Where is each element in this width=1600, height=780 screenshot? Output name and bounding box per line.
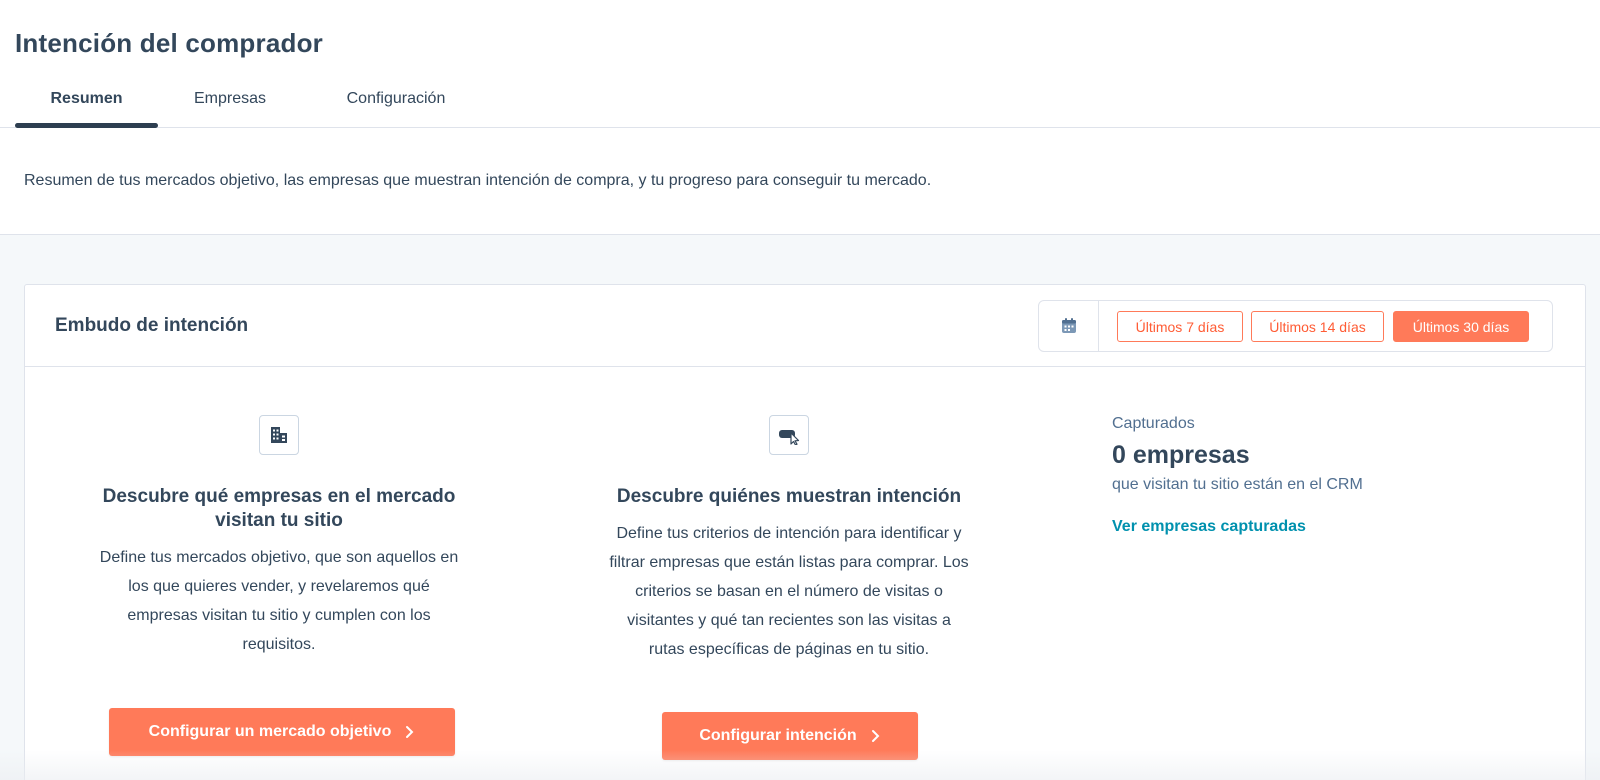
configure-intent-button[interactable]: Configurar intención xyxy=(662,712,918,760)
intent-funnel-card: Embudo de intención Últimos 7 días Últim… xyxy=(24,284,1586,780)
range-30-days-button[interactable]: Últimos 30 días xyxy=(1393,311,1529,342)
range-14-days-button[interactable]: Últimos 14 días xyxy=(1251,311,1384,342)
captured-label: Capturados xyxy=(1112,415,1195,432)
body-line: visitantes y qué tan recientes son las v… xyxy=(627,612,951,629)
tab-empresas[interactable]: Empresas xyxy=(175,78,285,128)
tab-resumen[interactable]: Resumen xyxy=(15,78,158,128)
chevron-right-icon xyxy=(871,730,880,742)
discover-market-column: Descubre qué empresas en el mercado visi… xyxy=(79,415,479,659)
building-icon xyxy=(259,415,299,455)
chevron-right-icon xyxy=(406,726,414,738)
date-range-selector: Últimos 7 días Últimos 14 días Últimos 3… xyxy=(1038,300,1553,352)
button-label: Configurar un mercado objetivo xyxy=(148,723,392,740)
page-description: Resumen de tus mercados objetivo, las em… xyxy=(24,172,932,189)
discover-market-description: Define tus mercados objetivo, que son aq… xyxy=(79,543,479,659)
discover-intent-description: Define tus criterios de intención para i… xyxy=(583,519,995,664)
cursor-click-icon xyxy=(769,415,809,455)
body-line: empresas visitan tu sitio y cumplen con … xyxy=(127,607,431,624)
button-label: Configurar intención xyxy=(699,727,857,744)
captured-subtitle: que visitan tu sitio están en el CRM xyxy=(1112,476,1363,493)
body-line: los que quieres vender, y revelaremos qu… xyxy=(128,578,430,595)
discover-intent-heading: Descubre quiénes muestran intención xyxy=(616,486,962,507)
tab-configuracion[interactable]: Configuración xyxy=(320,78,472,128)
heading-line: visitan tu sitio xyxy=(215,510,343,531)
card-header: Embudo de intención Últimos 7 días Últim… xyxy=(25,285,1585,367)
tab-bar: Resumen Empresas Configuración xyxy=(0,78,1600,128)
body-line: Define tus mercados objetivo, que son aq… xyxy=(99,549,459,566)
body-line: filtrar empresas que están listas para c… xyxy=(609,554,969,571)
body-line: criterios se basan en el número de visit… xyxy=(635,583,943,600)
range-7-days-button[interactable]: Últimos 7 días xyxy=(1117,311,1243,342)
discover-market-heading: Descubre qué empresas en el mercado visi… xyxy=(79,485,479,533)
active-tab-indicator xyxy=(15,123,158,128)
captured-count: 0 empresas xyxy=(1112,441,1250,469)
card-title: Embudo de intención xyxy=(55,315,249,336)
heading-line: Descubre qué empresas en el mercado xyxy=(102,486,456,507)
captured-companies-stat: Capturados 0 empresas que visitan tu sit… xyxy=(1112,415,1363,536)
view-captured-companies-link[interactable]: Ver empresas capturadas xyxy=(1112,518,1306,536)
page-header: Intención del comprador Resumen Empresas… xyxy=(0,0,1600,235)
body-line: rutas específicas de páginas en tu sitio… xyxy=(648,641,930,658)
body-line: Define tus criterios de intención para i… xyxy=(616,525,962,542)
configure-target-market-button[interactable]: Configurar un mercado objetivo xyxy=(109,708,455,756)
body-line: requisitos. xyxy=(242,636,316,653)
discover-intent-column: Descubre quiénes muestran intención Defi… xyxy=(583,415,995,664)
page-title: Intención del comprador xyxy=(15,28,323,58)
calendar-icon[interactable] xyxy=(1039,301,1099,351)
